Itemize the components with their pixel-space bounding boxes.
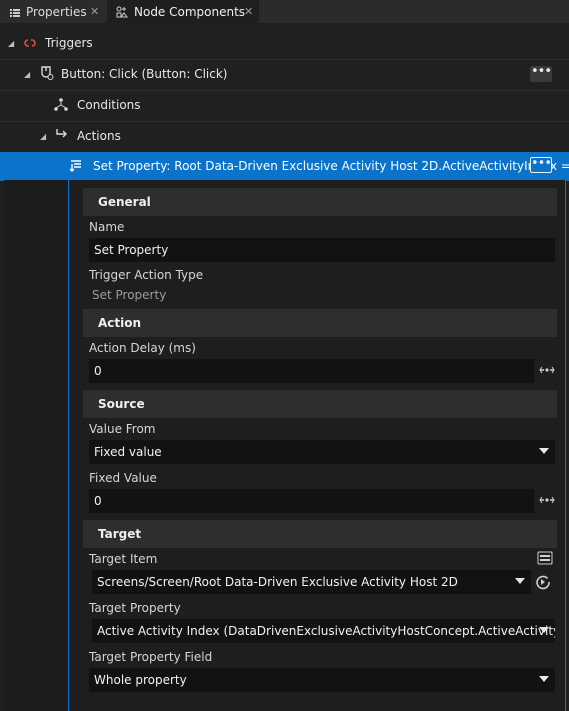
name-field[interactable]: Set Property (89, 238, 555, 262)
section-title: Source (98, 397, 145, 411)
list-icon (10, 7, 20, 17)
section-title: General (98, 195, 151, 209)
more-options-button[interactable]: ••• (530, 65, 552, 82)
expand-triangle-icon[interactable]: ◢ (24, 70, 30, 79)
fixed-value-value: 0 (94, 494, 102, 508)
triggers-label: Triggers (45, 36, 93, 50)
chevron-down-icon (539, 676, 549, 682)
chevron-down-icon (539, 627, 549, 633)
trigger-icon (22, 35, 38, 51)
close-icon[interactable]: ✕ (244, 5, 253, 18)
tree-row-trigger[interactable]: ◢ Button: Click (Button: Click) ••• (0, 59, 569, 91)
actions-icon (54, 127, 70, 143)
value-from-label: Value From (89, 422, 156, 436)
expand-triangle-icon[interactable]: ◢ (8, 39, 14, 48)
bind-icon[interactable] (539, 365, 557, 377)
more-options-button[interactable]: ••• (530, 157, 552, 173)
trigger-action-type-value: Set Property (92, 288, 167, 302)
chevron-down-icon (515, 578, 525, 584)
tree-row-triggers[interactable]: ◢ Triggers (0, 28, 569, 60)
tree-row-set-property-selected[interactable]: Set Property: Root Data-Driven Exclusive… (0, 152, 569, 181)
section-title: Action (98, 316, 142, 330)
action-delay-label: Action Delay (ms) (89, 341, 196, 355)
tree-row-conditions[interactable]: Conditions (0, 90, 569, 122)
tab-properties[interactable]: Properties ✕ (0, 0, 106, 23)
tab-node-components-label: Node Components (134, 4, 246, 19)
bind-icon[interactable] (539, 495, 557, 507)
target-item-dropdown[interactable]: Screens/Screen/Root Data-Driven Exclusiv… (92, 570, 531, 594)
value-from-value: Fixed value (94, 445, 162, 459)
tab-properties-label: Properties (26, 4, 87, 19)
section-general-header[interactable]: General (83, 188, 557, 216)
target-property-value: Active Activity Index (DataDrivenExclusi… (97, 624, 555, 638)
conditions-label: Conditions (77, 98, 141, 112)
target-property-field-value: Whole property (94, 673, 187, 687)
action-delay-field[interactable]: 0 (89, 359, 534, 383)
section-target-header[interactable]: Target (83, 520, 557, 548)
target-property-field-dropdown[interactable]: Whole property (89, 668, 555, 692)
tab-node-components[interactable]: Node Components ✕ (107, 0, 259, 23)
close-icon[interactable]: ✕ (90, 5, 99, 18)
go-to-target-icon[interactable] (535, 574, 551, 590)
name-value: Set Property (94, 243, 169, 257)
selected-action-label: Set Property: Root Data-Driven Exclusive… (93, 159, 569, 173)
click-trigger-icon (38, 65, 54, 81)
section-source-header[interactable]: Source (83, 390, 557, 418)
conditions-icon (53, 97, 69, 113)
chevron-down-icon (539, 448, 549, 454)
action-delay-value: 0 (94, 364, 102, 378)
name-label: Name (89, 220, 125, 234)
target-item-label: Target Item (89, 552, 158, 566)
node-picker-icon[interactable] (537, 551, 553, 565)
value-from-dropdown[interactable]: Fixed value (89, 440, 555, 464)
tab-bar: Properties ✕ Node Components ✕ (0, 0, 569, 23)
expand-triangle-icon[interactable]: ◢ (40, 132, 46, 141)
target-item-value: Screens/Screen/Root Data-Driven Exclusiv… (97, 575, 458, 589)
fixed-value-label: Fixed Value (89, 471, 157, 485)
section-action-header[interactable]: Action (83, 309, 557, 337)
tree-indent-guide (4, 180, 68, 711)
trigger-action-type-label: Trigger Action Type (89, 268, 204, 282)
fixed-value-field[interactable]: 0 (89, 489, 534, 513)
target-property-label: Target Property (89, 601, 181, 615)
target-property-dropdown[interactable]: Active Activity Index (DataDrivenExclusi… (92, 619, 555, 643)
actions-label: Actions (77, 129, 121, 143)
section-title: Target (98, 527, 142, 541)
target-property-field-label: Target Property Field (89, 650, 213, 664)
tree-row-actions[interactable]: ◢ Actions (0, 121, 569, 153)
trigger-label: Button: Click (Button: Click) (61, 67, 228, 81)
set-property-icon (69, 158, 85, 174)
components-icon (116, 6, 128, 18)
